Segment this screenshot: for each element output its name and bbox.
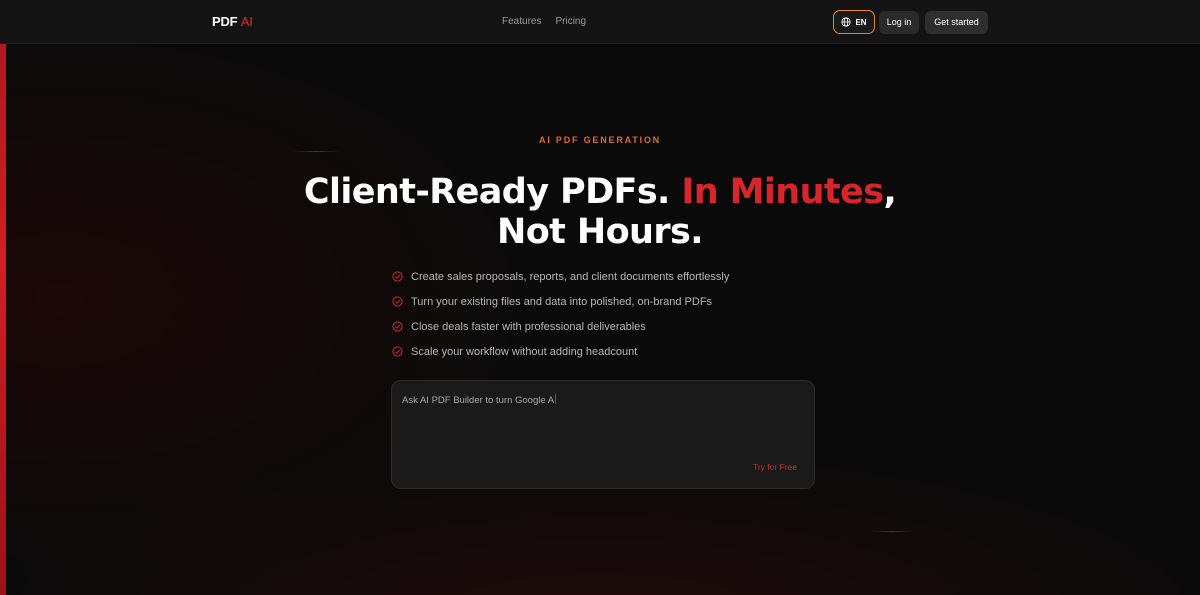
feature-text: Create sales proposals, reports, and cli… (411, 270, 730, 283)
feature-text: Turn your existing files and data into p… (411, 295, 713, 308)
feature-list: Create sales proposals, reports, and cli… (392, 264, 729, 364)
check-circle-icon (392, 346, 403, 357)
try-for-free-button[interactable]: Try for Free (753, 462, 797, 472)
decorative-line (292, 151, 340, 152)
check-circle-icon (392, 321, 403, 332)
feature-item: Create sales proposals, reports, and cli… (392, 264, 729, 289)
headline-comma: , (883, 172, 897, 212)
language-label: EN (855, 17, 867, 27)
check-circle-icon (392, 271, 403, 282)
feature-text: Close deals faster with professional del… (411, 320, 646, 333)
headline-accent-text: In Minutes (681, 172, 884, 212)
nav-link-features[interactable]: Features (502, 16, 541, 27)
feature-item: Turn your existing files and data into p… (392, 289, 729, 314)
prompt-input[interactable]: Ask AI PDF Builder to turn Google A Try … (391, 380, 815, 489)
nav-actions: EN Log in Get started (833, 10, 988, 34)
decorative-line (872, 531, 912, 532)
language-button[interactable]: EN (833, 10, 875, 34)
left-accent-bar (0, 44, 6, 595)
logo[interactable]: PDF AI (212, 14, 253, 29)
globe-icon (841, 17, 852, 27)
landing-page: PDF AI Features Pricing EN Log in Get st… (0, 0, 1200, 595)
feature-item: Close deals faster with professional del… (392, 314, 729, 339)
headline-line-two: Not Hours. (497, 212, 704, 252)
logo-accent-text: AI (240, 14, 253, 29)
navbar: PDF AI Features Pricing EN Log in Get st… (0, 0, 1200, 44)
headline-text: Client-Ready PDFs. (303, 172, 682, 212)
logo-text: PDF (212, 14, 238, 29)
login-button[interactable]: Log in (879, 10, 919, 34)
nav-links: Features Pricing (502, 16, 586, 27)
text-caret (555, 394, 557, 404)
prompt-text[interactable]: Ask AI PDF Builder to turn Google A (402, 394, 557, 406)
hero-eyebrow: AI PDF GENERATION (539, 135, 661, 145)
hero-headline: Client-Ready PDFs. In Minutes, Not Hours… (0, 172, 1200, 252)
check-circle-icon (392, 296, 403, 307)
feature-item: Scale your workflow without adding headc… (392, 339, 729, 364)
nav-link-pricing[interactable]: Pricing (555, 16, 586, 27)
get-started-button[interactable]: Get started (925, 10, 988, 34)
feature-text: Scale your workflow without adding headc… (411, 345, 638, 358)
prompt-typed-text: Ask AI PDF Builder to turn Google A (402, 395, 555, 406)
